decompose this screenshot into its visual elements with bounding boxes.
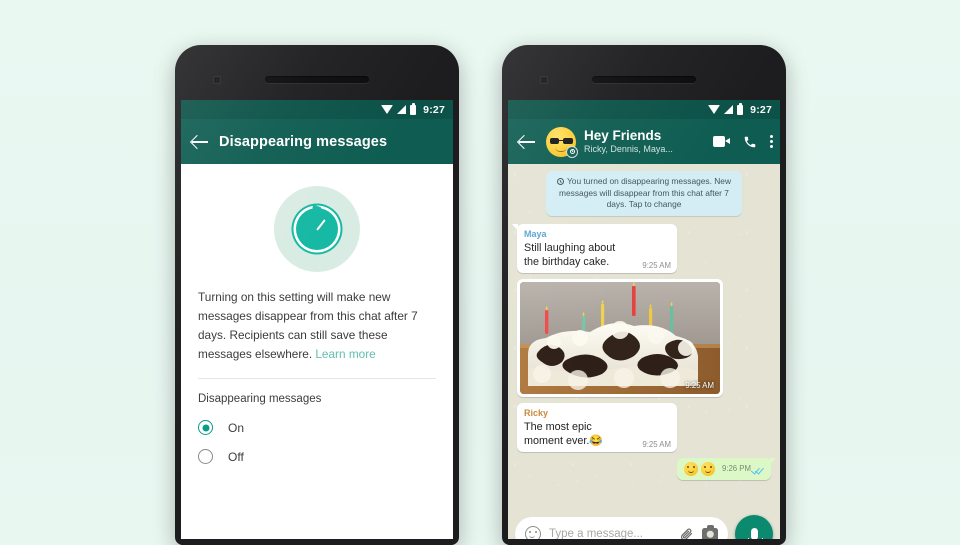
phone-bezel-top — [502, 45, 786, 100]
timer-icon — [296, 204, 338, 250]
header-actions — [713, 134, 774, 150]
chat-appbar: Hey Friends Ricky, Dennis, Maya... — [508, 119, 780, 164]
microphone-button[interactable] — [735, 515, 773, 539]
message-row-photo: 9:25 AM — [517, 278, 771, 397]
cake-illustration — [520, 281, 720, 394]
camera-icon[interactable] — [702, 525, 718, 539]
message-row-maya: Maya Still laughing about the birthday c… — [512, 223, 771, 273]
sunglasses-icon — [549, 137, 573, 145]
settings-body: Turning on this setting will make new me… — [181, 164, 453, 539]
message-timestamp: 9:25 AM — [642, 261, 671, 270]
status-bar: 9:27 — [508, 100, 780, 119]
earpiece-speaker — [592, 76, 696, 83]
timestamp-text: 9:26 PM — [721, 464, 751, 473]
message-list[interactable]: You turned on disappearing messages. New… — [508, 164, 780, 510]
learn-more-link[interactable]: Learn more — [315, 347, 375, 361]
phone-bezel-top — [175, 45, 459, 100]
signal-icon — [397, 105, 407, 114]
message-row-outgoing: 9:26 PM — [517, 457, 776, 480]
timer-halo — [274, 186, 360, 272]
timer-hero — [181, 164, 453, 288]
message-sender: Ricky — [524, 407, 549, 418]
status-bar-time: 9:27 — [750, 103, 772, 116]
chat-titles[interactable]: Hey Friends Ricky, Dennis, Maya... — [584, 128, 703, 155]
message-body: The most epic moment ever. — [524, 420, 592, 447]
voice-call-icon[interactable] — [743, 135, 757, 149]
earpiece-speaker — [265, 76, 369, 83]
message-bubble-incoming[interactable]: Ricky The most epic moment ever.😂 9:25 A… — [517, 402, 677, 452]
battery-icon — [410, 102, 417, 115]
chat-title: Hey Friends — [584, 128, 662, 143]
page-title: Disappearing messages — [219, 133, 388, 150]
video-call-icon[interactable] — [713, 136, 730, 147]
status-bar-time: 9:27 — [423, 103, 445, 116]
radio-option-on[interactable]: On — [181, 413, 453, 442]
laughing-emoji-icon: 😂 — [589, 434, 604, 447]
system-message-text: You turned on disappearing messages. New… — [559, 176, 732, 209]
wifi-icon — [708, 105, 721, 114]
timestamp-text: 9:25 AM — [642, 439, 671, 449]
radio-button-off[interactable] — [198, 449, 213, 464]
message-timestamp: 9:25 AM — [642, 440, 671, 449]
smiling-face-emoji-icon — [683, 461, 698, 476]
system-message[interactable]: You turned on disappearing messages. New… — [546, 171, 742, 216]
bubble-tail — [512, 223, 518, 231]
battery-icon — [737, 102, 744, 115]
signal-icon — [724, 105, 734, 114]
radio-option-off[interactable]: Off — [181, 442, 453, 471]
timer-icon — [556, 178, 564, 185]
chat-phone: 9:27 Hey Friends Ricky, Dennis, Maya... — [502, 45, 786, 545]
message-bubble-outgoing[interactable]: 9:26 PM — [676, 457, 776, 480]
timer-badge-icon — [566, 145, 578, 158]
message-sender: Maya — [524, 228, 547, 239]
avatar[interactable] — [546, 126, 578, 158]
timestamp-text: 9:25 AM — [642, 260, 671, 270]
back-arrow-icon[interactable] — [191, 133, 209, 151]
wifi-icon — [381, 105, 394, 114]
section-label: Disappearing messages — [198, 393, 322, 405]
chat-subtitle: Ricky, Dennis, Maya... — [584, 144, 673, 154]
message-input-pill[interactable]: Type a message... — [515, 517, 728, 539]
message-bubble-image[interactable]: 9:25 AM — [517, 278, 723, 397]
message-timestamp: 9:26 PM — [722, 464, 764, 473]
message-input-bar: Type a message... — [508, 510, 780, 539]
message-bubble-incoming[interactable]: Maya Still laughing about the birthday c… — [512, 223, 677, 273]
radio-label-on: On — [228, 420, 245, 435]
status-bar: 9:27 — [181, 100, 453, 119]
description-text: Turning on this setting will make new me… — [181, 288, 453, 364]
chat-screen: 9:27 Hey Friends Ricky, Dennis, Maya... — [508, 100, 780, 539]
overflow-menu-icon[interactable] — [770, 134, 774, 150]
birthday-cake-photo[interactable]: 9:25 AM — [520, 281, 720, 394]
bubble-tail — [770, 457, 776, 465]
settings-screen: 9:27 Disappearing messages Turning on th… — [181, 100, 453, 539]
emoji-icon[interactable] — [525, 526, 541, 539]
message-input[interactable]: Type a message... — [549, 528, 671, 539]
front-camera-icon — [540, 76, 548, 84]
laughing-face-emoji-icon — [700, 461, 715, 476]
description-body: Turning on this setting will make new me… — [198, 290, 418, 361]
message-row-ricky: Ricky The most epic moment ever.😂 9:25 A… — [517, 402, 771, 452]
back-arrow-icon[interactable] — [518, 133, 536, 151]
screenshot-stage: 9:27 Disappearing messages Turning on th… — [0, 0, 960, 545]
radio-button-on[interactable] — [198, 420, 213, 435]
read-receipt-icon — [753, 465, 764, 472]
paperclip-icon[interactable] — [679, 527, 694, 540]
microphone-icon — [747, 528, 763, 539]
image-timestamp: 9:25 AM — [685, 380, 714, 390]
radio-label-off: Off — [228, 449, 244, 464]
settings-appbar: Disappearing messages — [181, 119, 453, 164]
timer-nub — [312, 204, 322, 211]
settings-phone: 9:27 Disappearing messages Turning on th… — [175, 45, 459, 545]
front-camera-icon — [213, 76, 221, 84]
